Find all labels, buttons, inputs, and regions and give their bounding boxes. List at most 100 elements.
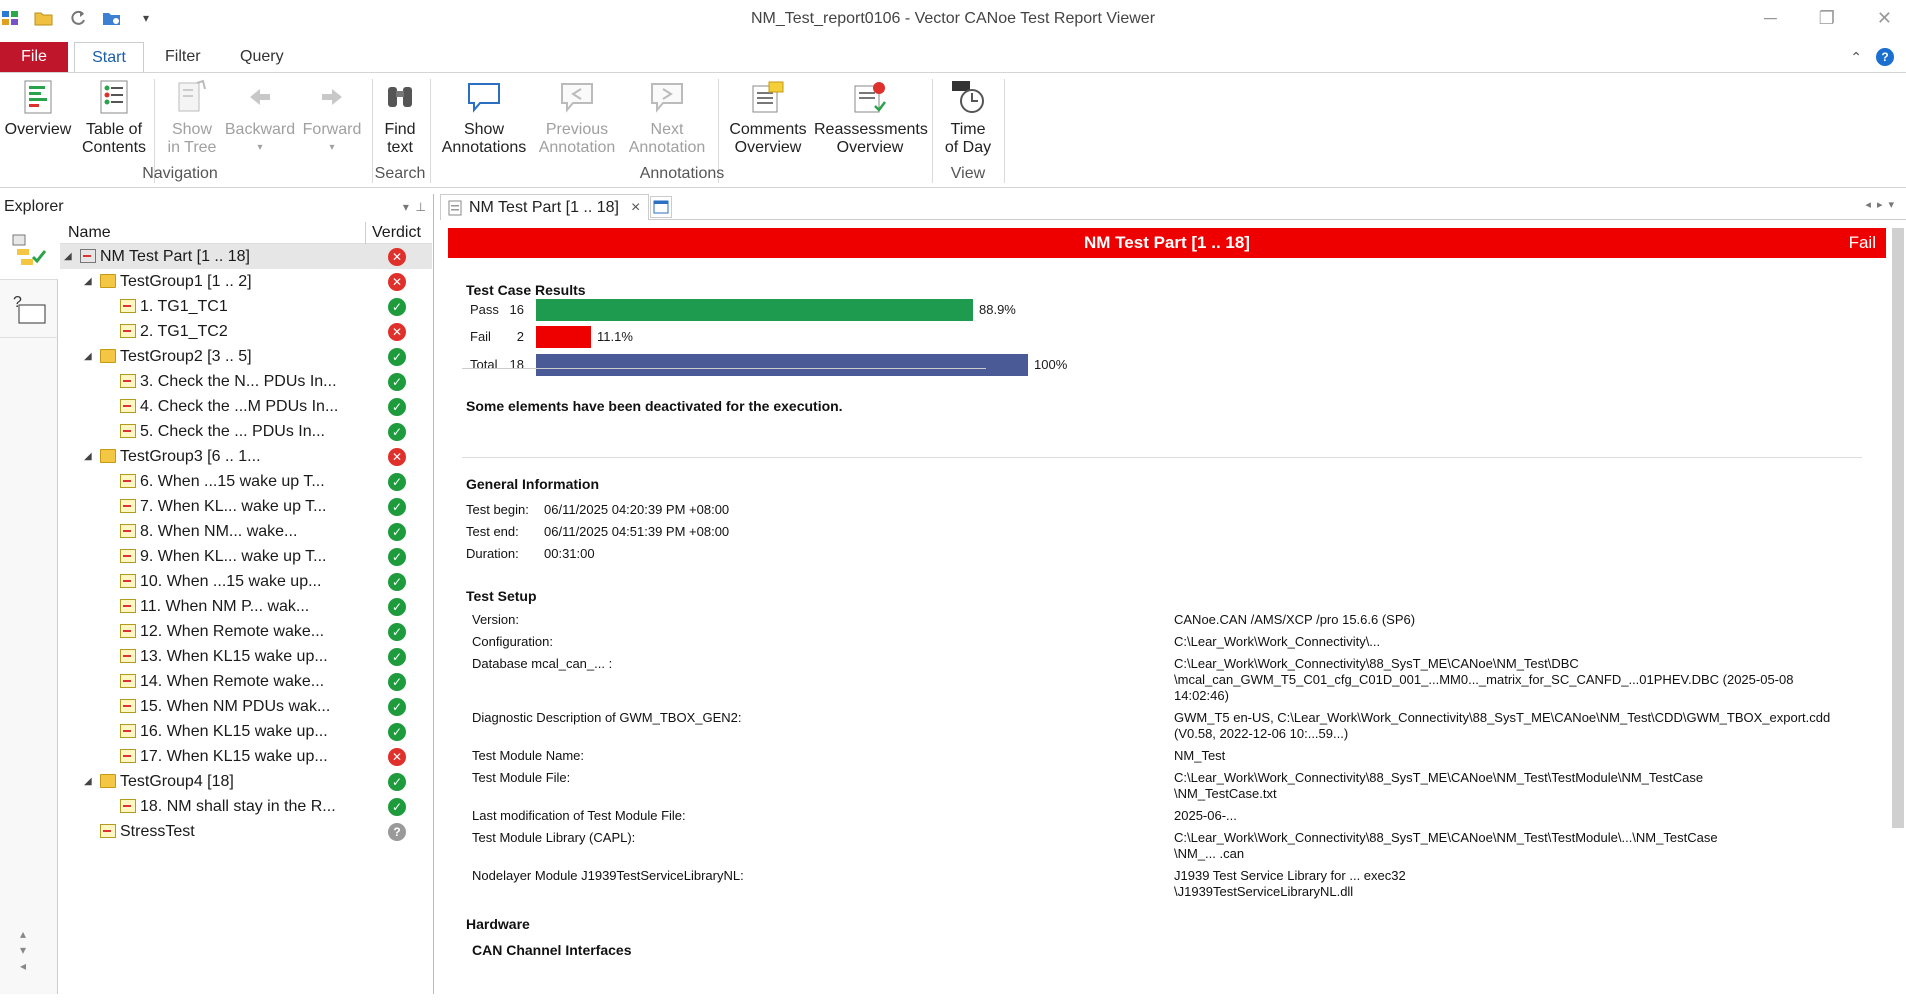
collapse-arrow-icon[interactable]: ◢: [84, 769, 96, 794]
tree-row[interactable]: 17. When KL15 wake up... ✕: [60, 744, 432, 769]
result-label: Total: [470, 357, 498, 372]
restore-icon[interactable]: ❐: [1819, 8, 1835, 29]
collapse-ribbon-icon[interactable]: ⌃: [1850, 49, 1862, 66]
tree-row[interactable]: 1. TG1_TC1 ✓: [60, 294, 432, 319]
forward-dropdown-icon[interactable]: ▾: [298, 139, 366, 157]
column-name-header[interactable]: Name: [68, 222, 111, 244]
tree-row-label: 10. When ...15 wake up...: [140, 573, 322, 590]
test-case-icon: [120, 524, 136, 538]
previous-annotation-button[interactable]: Previous Annotation: [532, 77, 622, 157]
help-icon: ?: [13, 294, 46, 323]
close-tab-icon[interactable]: ×: [631, 199, 640, 216]
find-text-button[interactable]: Find text: [376, 77, 424, 157]
tree-row[interactable]: 8. When NM... wake... ✓: [60, 519, 432, 544]
configuration-label: Configuration:: [472, 634, 553, 649]
overview-button[interactable]: Overview: [2, 77, 74, 139]
tree-view-button[interactable]: [0, 222, 58, 280]
tree-row[interactable]: 3. Check the N... PDUs In... ✓: [60, 369, 432, 394]
collapse-arrow-icon[interactable]: ◢: [64, 244, 76, 269]
collapse-arrow-icon[interactable]: ◢: [84, 269, 96, 294]
folder-icon: [100, 349, 116, 363]
close-icon[interactable]: ✕: [1877, 8, 1892, 29]
tree-row[interactable]: 14. When Remote wake... ✓: [60, 669, 432, 694]
capl-library-value-2: \NM_... .can: [1174, 846, 1245, 861]
help-icon[interactable]: ?: [1876, 48, 1894, 66]
tree-row-label: 17. When KL15 wake up...: [140, 748, 328, 765]
minimize-icon[interactable]: ─: [1764, 8, 1777, 29]
pass-verdict-icon: ✓: [388, 798, 406, 816]
tree-row-label: 3. Check the N... PDUs In...: [140, 373, 337, 390]
new-tab-button[interactable]: [650, 196, 672, 218]
tree-row[interactable]: ◢ TestGroup4 [18] ✓: [60, 769, 432, 794]
tab-query[interactable]: Query: [240, 42, 284, 72]
pass-verdict-icon: ✓: [388, 523, 406, 541]
tree-row[interactable]: ◢ TestGroup1 [1 .. 2] ✕: [60, 269, 432, 294]
report-scrollbar[interactable]: [1890, 228, 1906, 994]
table-of-contents-button[interactable]: Table of Contents: [80, 77, 148, 157]
tab-filter[interactable]: Filter: [165, 42, 201, 72]
tab-file[interactable]: File: [0, 42, 68, 72]
tree-row-label: 16. When KL15 wake up...: [140, 723, 328, 740]
last-modification-value: 2025-06-...: [1174, 808, 1237, 823]
report-banner: NM Test Part [1 .. 18] Fail: [448, 228, 1886, 258]
tree-row[interactable]: 12. When Remote wake... ✓: [60, 619, 432, 644]
test-end-value: 06/11/2025 04:51:39 PM +08:00: [544, 524, 730, 539]
fail-verdict-icon: ✕: [388, 448, 406, 466]
forward-button[interactable]: Forward ▾: [298, 77, 366, 157]
show-annotations-button[interactable]: Show Annotations: [434, 77, 534, 157]
tree-row[interactable]: ◢ TestGroup3 [6 .. 1... ✕: [60, 444, 432, 469]
explorer-panel: Explorer ▾ ⊥ ? ▴ ▾ ◂ Name Verdict ◢ NM Test…: [0, 194, 434, 994]
overview-icon: [18, 77, 58, 117]
time-of-day-button[interactable]: Time of Day: [936, 77, 1000, 157]
tree-row[interactable]: StressTest?: [60, 819, 432, 844]
tree-row[interactable]: 11. When NM P... wak... ✓: [60, 594, 432, 619]
next-annotation-button[interactable]: Next Annotation: [622, 77, 712, 157]
diagnostic-value-2: (V0.58, 2022-12-06 10:...59...): [1174, 726, 1349, 741]
tree-row[interactable]: 15. When NM PDUs wak... ✓: [60, 694, 432, 719]
explorer-pin-controls[interactable]: ▾ ⊥: [403, 194, 426, 220]
ribbon-separator: [932, 79, 933, 183]
collapse-arrow-icon[interactable]: ◢: [84, 444, 96, 469]
test-case-icon: [120, 424, 136, 438]
tree-row[interactable]: 10. When ...15 wake up... ✓: [60, 569, 432, 594]
tree-row[interactable]: ◢ NM Test Part [1 .. 18] ✕: [60, 244, 432, 269]
doc-tab-nm-test-part[interactable]: NM Test Part [1 .. 18] ×: [440, 194, 650, 220]
column-verdict-header[interactable]: Verdict: [372, 222, 421, 244]
test-case-icon: [120, 599, 136, 613]
comments-overview-button[interactable]: Comments Overview: [724, 77, 812, 157]
tree-row[interactable]: 6. When ...15 wake up T... ✓: [60, 469, 432, 494]
tab-navigation-arrows[interactable]: ◂▸▾: [1865, 198, 1900, 211]
module-file-label: Test Module File:: [472, 770, 571, 785]
show-in-tree-button[interactable]: Show in Tree: [160, 77, 224, 157]
tree-row[interactable]: 7. When KL... wake up T... ✓: [60, 494, 432, 519]
tree-row[interactable]: 13. When KL15 wake up... ✓: [60, 644, 432, 669]
nodelayer-label: Nodelayer Module J1939TestServiceLibrary…: [472, 868, 744, 883]
capl-library-value-1: C:\Lear_Work\Work_Connectivity\88_SysT_M…: [1174, 830, 1718, 845]
last-modification-label: Last modification of Test Module File:: [472, 808, 686, 823]
tree-row[interactable]: 2. TG1_TC2 ✕: [60, 319, 432, 344]
tree-row-label: TestGroup3 [6 .. 1...: [120, 448, 261, 465]
collapse-arrow-icon[interactable]: ◢: [84, 344, 96, 369]
test-case-icon: [120, 299, 136, 313]
group-navigation-label: Navigation: [142, 165, 218, 182]
tree-row[interactable]: 4. Check the ...M PDUs In... ✓: [60, 394, 432, 419]
tree-row-label: 15. When NM PDUs wak...: [140, 698, 331, 715]
tab-start[interactable]: Start: [74, 42, 144, 72]
pass-verdict-icon: ✓: [388, 473, 406, 491]
ribbon-right-controls: ⌃ ?: [1850, 48, 1894, 66]
tree-row[interactable]: 18. NM shall stay in the R... ✓: [60, 794, 432, 819]
tree-row[interactable]: 16. When KL15 wake up... ✓: [60, 719, 432, 744]
pass-verdict-icon: ✓: [388, 573, 406, 591]
tree-row-label: 9. When KL... wake up T...: [140, 548, 327, 565]
sidebar-scroll-arrows[interactable]: ▴ ▾ ◂: [20, 926, 26, 974]
tree-row[interactable]: ◢ TestGroup2 [3 .. 5] ✓: [60, 344, 432, 369]
report-scrollbar-thumb[interactable]: [1892, 228, 1904, 828]
tree-row[interactable]: 9. When KL... wake up T... ✓: [60, 544, 432, 569]
tree-row[interactable]: 5. Check the ... PDUs In... ✓: [60, 419, 432, 444]
backward-dropdown-icon[interactable]: ▾: [224, 139, 296, 157]
diagnostic-label: Diagnostic Description of GWM_TBOX_GEN2:: [472, 710, 742, 725]
backward-button[interactable]: Backward ▾: [224, 77, 296, 157]
reassessments-overview-button[interactable]: Reassessments Overview: [814, 77, 928, 157]
ribbon-tab-row: File Start Filter Query: [0, 42, 1906, 72]
help-topics-button[interactable]: ?: [0, 280, 58, 338]
